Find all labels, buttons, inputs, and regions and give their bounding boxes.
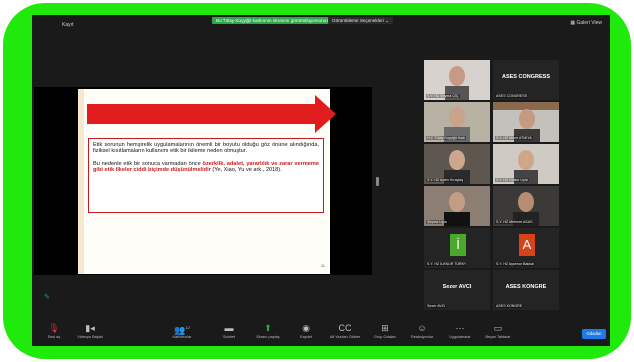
split-resize-handle[interactable]: [376, 177, 379, 186]
participant-tile[interactable]: S.Y. HZ Hatice Uçta: [493, 144, 559, 184]
participant-name: S.Y. HZ Ayten Kıraçtaş: [426, 178, 465, 182]
shared-screen: Etik sorunun hemşirelik uygulamalarının …: [34, 87, 372, 275]
participants-button[interactable]: 👥12 Katılımcılar: [162, 321, 202, 340]
zoom-window: Kayıt Bu Tülay Koçyiğit kadınının ekranı…: [32, 15, 610, 346]
slide-left-strip: [78, 89, 84, 274]
participant-tile[interactable]: A S.Y. HZ Aysenur Bakkal: [493, 228, 559, 268]
apps-button[interactable]: ⋯ Uygulamalar: [440, 321, 480, 340]
participant-name: S.Y. HZ Şeyma ÇİÇ: [426, 94, 460, 98]
participant-tile[interactable]: S.Y. HZ Mehmet ASAS: [493, 186, 559, 226]
start-video-button[interactable]: ▮◂ Videoyu Başlat: [70, 321, 110, 340]
participant-count: 12: [185, 325, 190, 330]
participant-tile[interactable]: S.Y. HZ Münir ATMIYA: [493, 102, 559, 142]
participant-tile[interactable]: Şeyma Ugla: [424, 186, 490, 226]
grid-icon: ▦: [570, 20, 576, 26]
participant-name: S.Y. HZ Münir ATMIYA: [495, 136, 533, 140]
participant-name: ASES KONGRE: [495, 304, 524, 308]
slide-paragraph-2: Bu nedenle etik bir sonuca varmadan önce…: [93, 160, 319, 174]
slide-text-box: Etik sorunun hemşirelik uygulamalarının …: [88, 138, 324, 213]
participant-name: Sezer AVCI: [426, 304, 447, 308]
share-screen-icon: ⬆: [264, 323, 272, 333]
leave-button[interactable]: Odadan: [582, 329, 606, 339]
window-title: Kayıt: [62, 22, 74, 28]
participant-tile[interactable]: S.Y. HZ Şeyma ÇİÇ: [424, 60, 490, 100]
chat-button[interactable]: ▬ Sohbet: [209, 321, 249, 340]
participant-tile-active-speaker[interactable]: H.Y. Tülay Koçyiğit Kadı: [424, 102, 490, 142]
participant-name: S.Y. HZ Aysenur Bakkal: [495, 262, 535, 266]
participant-tile[interactable]: Sezer AVCI Sezer AVCI: [424, 270, 490, 310]
slide-page-number: 11: [320, 263, 325, 268]
participant-name: S.Y. HZ Hatice Uçta: [495, 178, 529, 182]
whiteboards-button[interactable]: ▭ Beyaz Tahtalar: [478, 321, 518, 340]
video-camera-icon: ▮◂: [85, 323, 95, 333]
participant-name: H.Y. Tülay Koçyiğit Kadı: [426, 136, 467, 140]
unmute-button[interactable]: 🎙 Sesi aç: [34, 321, 74, 340]
participant-tile[interactable]: S.Y. HZ Ayten Kıraçtaş: [424, 144, 490, 184]
participant-avatar: A: [519, 234, 535, 256]
red-arrow-shape: [87, 95, 336, 133]
meeting-toolbar: 🎙 Sesi aç ▮◂ Videoyu Başlat 👥12 Katılımc…: [32, 319, 610, 346]
participant-name: Şeyma Ugla: [426, 220, 448, 224]
annotate-pencil-icon[interactable]: ✎: [44, 293, 50, 301]
view-options-button[interactable]: Görüntüleme Seçenekleri ⌄: [328, 17, 393, 24]
apps-icon: ⋯: [455, 323, 465, 333]
record-icon: ◉: [302, 323, 310, 333]
breakout-rooms-button[interactable]: ⊞ Grup Odaları: [365, 321, 405, 340]
breakout-rooms-icon: ⊞: [381, 323, 389, 333]
presentation-slide: Etik sorunun hemşirelik uygulamalarının …: [78, 89, 336, 274]
participant-name: ASES CONGRESS: [495, 94, 529, 98]
participant-tile[interactable]: İ S.Y. HZ İLKNUR TÜRKY: [424, 228, 490, 268]
participant-avatar: İ: [450, 234, 466, 256]
cc-icon: CC: [338, 323, 352, 333]
reactions-button[interactable]: ☺ Reaksiyonlar: [402, 321, 442, 340]
captions-button[interactable]: CC Alt Yazıları Göster: [325, 321, 365, 340]
share-status-badge: Bu Tülay Koçyiğit kadınının ekranını gör…: [212, 17, 333, 24]
gallery-view-button[interactable]: ▦ Galeri View: [570, 20, 602, 26]
participant-tile[interactable]: ASES KONGRE ASES KONGRE: [493, 270, 559, 310]
microphone-muted-icon: 🎙: [48, 323, 60, 333]
slide-paragraph-1: Etik sorunun hemşirelik uygulamalarının …: [93, 142, 319, 155]
participant-label: ASES KONGRE: [505, 284, 547, 290]
share-screen-button[interactable]: ⬆ Ekranı paylaş: [248, 321, 288, 340]
participant-name: S.Y. HZ İLKNUR TÜRKY: [426, 262, 468, 266]
participant-tile[interactable]: ASES CONGRESS ASES CONGRESS: [493, 60, 559, 100]
participants-icon: 👥12: [174, 325, 190, 335]
record-button[interactable]: ◉ Kaydet: [286, 321, 326, 340]
smiley-icon: ☺: [417, 323, 427, 333]
top-bar: Kayıt Bu Tülay Koçyiğit kadınının ekranı…: [32, 15, 610, 28]
participant-name: S.Y. HZ Mehmet ASAS: [495, 220, 534, 224]
chat-bubble-icon: ▬: [224, 323, 234, 333]
whiteboard-icon: ▭: [493, 323, 503, 333]
participant-label: ASES CONGRESS: [502, 74, 550, 80]
participant-label: Sezer AVCI: [442, 284, 472, 290]
